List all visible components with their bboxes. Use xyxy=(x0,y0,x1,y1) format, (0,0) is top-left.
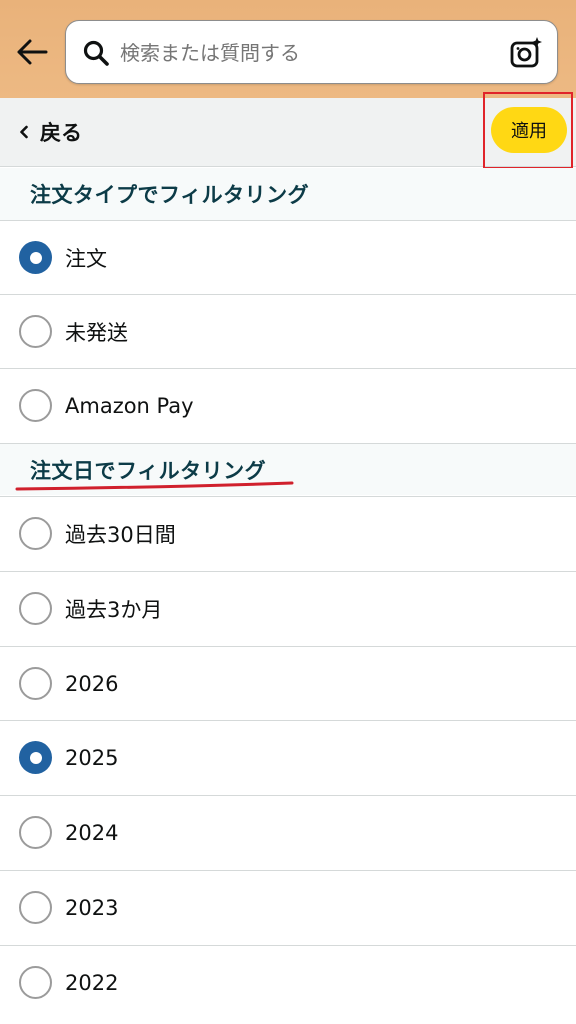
back-link[interactable]: 戻る xyxy=(18,116,82,148)
radio-button[interactable] xyxy=(19,315,52,348)
camera-search-icon[interactable] xyxy=(509,36,543,70)
radio-button[interactable] xyxy=(19,389,52,422)
search-input[interactable] xyxy=(120,31,500,75)
option-label: 2025 xyxy=(65,745,119,770)
option-label: 2026 xyxy=(65,671,119,696)
top-bar xyxy=(0,0,576,98)
option-year-2023[interactable]: 2023 xyxy=(0,870,576,944)
annotation-underline xyxy=(15,481,294,491)
back-label: 戻る xyxy=(40,121,82,145)
option-label: Amazon Pay xyxy=(65,393,194,418)
option-label: 過去3か月 xyxy=(65,597,163,622)
option-year-2026[interactable]: 2026 xyxy=(0,646,576,720)
section-title: 注文タイプでフィルタリング xyxy=(30,183,310,207)
apply-button[interactable]: 適用 xyxy=(491,107,567,153)
radio-button[interactable] xyxy=(19,667,52,700)
option-label: 未発送 xyxy=(65,320,128,345)
option-not-shipped[interactable]: 未発送 xyxy=(0,294,576,368)
radio-button[interactable] xyxy=(19,816,52,849)
section-header-order-type: 注文タイプでフィルタリング xyxy=(0,168,576,220)
option-last-30-days[interactable]: 過去30日間 xyxy=(0,496,576,570)
radio-button[interactable] xyxy=(19,517,52,550)
radio-button[interactable] xyxy=(19,592,52,625)
option-order[interactable]: 注文 xyxy=(0,220,576,294)
radio-button[interactable] xyxy=(19,241,52,274)
option-label: 2022 xyxy=(65,970,119,995)
option-amazon-pay[interactable]: Amazon Pay xyxy=(0,368,576,442)
option-year-2025[interactable]: 2025 xyxy=(0,720,576,794)
option-label: 過去30日間 xyxy=(65,522,176,547)
option-label: 2023 xyxy=(65,895,119,920)
chevron-left-icon xyxy=(20,125,28,139)
option-year-2022[interactable]: 2022 xyxy=(0,945,576,1019)
option-label: 注文 xyxy=(65,246,107,271)
radio-button[interactable] xyxy=(19,966,52,999)
search-icon xyxy=(82,39,110,67)
option-last-3-months[interactable]: 過去3か月 xyxy=(0,571,576,645)
radio-button[interactable] xyxy=(19,891,52,924)
section-header-order-date: 注文日でフィルタリング xyxy=(0,443,576,495)
back-arrow-icon[interactable] xyxy=(14,34,50,70)
radio-button[interactable] xyxy=(19,741,52,774)
option-year-2024[interactable]: 2024 xyxy=(0,795,576,869)
option-label: 2024 xyxy=(65,820,119,845)
search-box[interactable] xyxy=(65,20,558,84)
